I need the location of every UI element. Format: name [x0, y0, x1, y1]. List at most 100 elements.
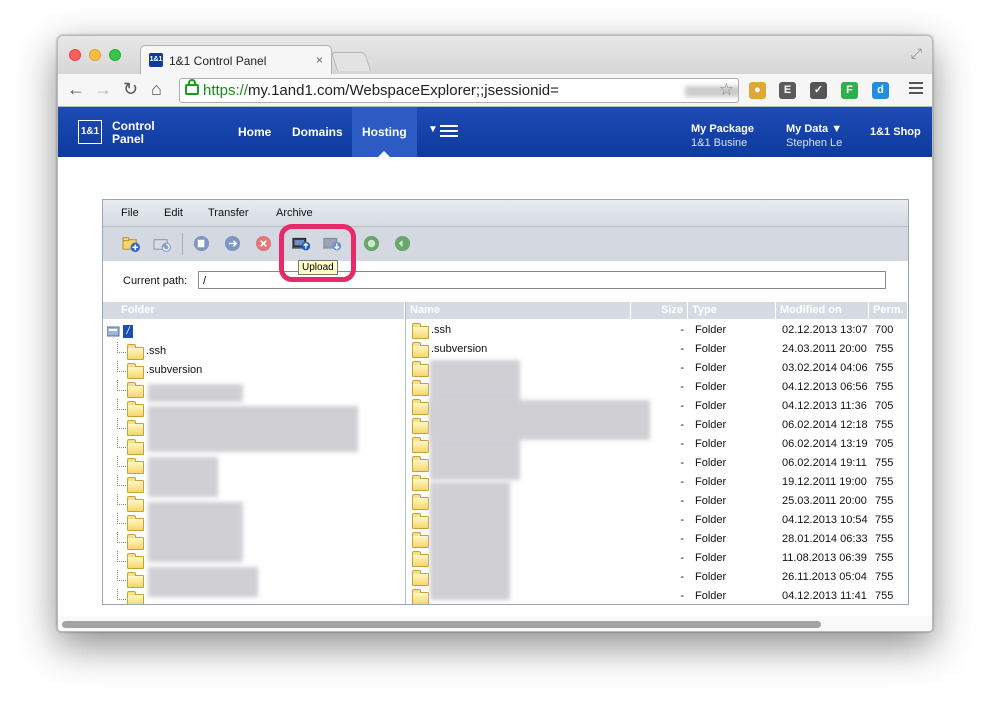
browser-window: 1&1 1&1 Control Panel × ⤢ ← → ↻ ⌂ https:… — [57, 35, 933, 632]
file-type: Folder — [695, 419, 727, 431]
name-column-header[interactable]: Name — [406, 302, 631, 319]
redacted-name — [148, 502, 243, 562]
redacted-name — [148, 406, 358, 452]
move-icon[interactable] — [223, 235, 242, 252]
tree-branch-line — [117, 551, 126, 562]
menu-transfer[interactable]: Transfer — [208, 207, 249, 219]
back-button[interactable]: ← — [67, 78, 85, 100]
nav-domains[interactable]: Domains — [282, 107, 353, 157]
file-list-pane: Name Size Type Modified on Perm. .ssh - Fo… — [406, 302, 908, 604]
file-size: - — [680, 590, 684, 602]
upload-highlight-annotation — [279, 224, 356, 282]
folder-icon — [412, 475, 429, 491]
chrome-menu-icon[interactable] — [909, 82, 923, 94]
modified-column-header[interactable]: Modified on — [776, 302, 869, 319]
delete-icon[interactable] — [254, 235, 273, 252]
folder-icon — [412, 456, 429, 472]
file-perm: 755 — [875, 533, 894, 545]
file-size: - — [680, 324, 684, 336]
folder-icon — [412, 399, 429, 415]
perm-column-header[interactable]: Perm. — [869, 302, 908, 319]
file-modified: 28.01.2014 06:33 — [782, 533, 868, 545]
address-bar[interactable]: https://my.1and1.com/WebspaceExplorer;;j… — [179, 78, 739, 103]
new-tab-button[interactable] — [330, 52, 372, 71]
1and1-logo[interactable]: 1&1 — [78, 120, 102, 144]
file-type: Folder — [695, 571, 727, 583]
hamburger-icon[interactable] — [440, 125, 458, 137]
file-modified: 04.12.2013 10:54 — [782, 514, 868, 526]
file-name: .ssh — [431, 324, 452, 336]
my-data-menu[interactable]: My Data ▼ Stephen Le — [786, 122, 842, 150]
file-type: Folder — [695, 514, 727, 526]
refresh-folder-icon[interactable] — [153, 235, 172, 252]
feedly-icon[interactable]: F — [841, 82, 858, 99]
file-type: Folder — [695, 381, 727, 393]
horizontal-scrollbar-thumb[interactable] — [62, 621, 821, 628]
nav-home[interactable]: Home — [228, 107, 281, 157]
folder-icon — [127, 572, 144, 588]
folder-icon — [127, 496, 144, 512]
file-size: - — [680, 476, 684, 488]
file-modified: 03.02.2014 04:06 — [782, 362, 868, 374]
file-row[interactable]: .subversion - Folder 24.03.2011 20:00 755 — [406, 340, 908, 359]
server-icon — [107, 326, 120, 337]
fullscreen-icon[interactable]: ⤢ — [911, 45, 922, 62]
window-zoom-button[interactable] — [109, 49, 121, 61]
pocket-icon[interactable]: ✓ — [810, 82, 827, 99]
my-package-menu[interactable]: My Package 1&1 Busine — [691, 122, 754, 150]
folder-icon — [412, 437, 429, 453]
file-perm: 755 — [875, 590, 894, 602]
favicon-icon: 1&1 — [149, 53, 163, 67]
tree-item[interactable]: .ssh — [117, 342, 397, 361]
tree-item[interactable]: .subversion — [117, 361, 397, 380]
menu-file[interactable]: File — [121, 207, 139, 219]
archive-unpack-icon[interactable] — [393, 235, 412, 252]
tab-close-icon[interactable]: × — [316, 53, 323, 67]
file-perm: 755 — [875, 476, 894, 488]
folder-icon — [127, 344, 144, 360]
tree-item-label: .ssh — [146, 345, 167, 357]
url-text: https://my.1and1.com/WebspaceExplorer;;j… — [203, 82, 559, 99]
new-folder-icon[interactable] — [122, 235, 141, 252]
folder-column-header[interactable]: Folder — [103, 302, 405, 319]
bookmark-star-icon[interactable]: ☆ — [719, 80, 734, 100]
browser-tab-active[interactable]: 1&1 1&1 Control Panel × — [140, 45, 332, 74]
menu-edit[interactable]: Edit — [164, 207, 183, 219]
redacted-name — [430, 482, 510, 600]
tree-root[interactable]: / — [107, 323, 397, 342]
file-perm: 755 — [875, 343, 894, 355]
shop-link[interactable]: 1&1 Shop — [870, 125, 921, 139]
window-minimize-button[interactable] — [89, 49, 101, 61]
file-modified: 04.12.2013 06:56 — [782, 381, 868, 393]
nav-hosting[interactable]: Hosting — [352, 107, 417, 157]
tree-branch-line — [117, 418, 126, 429]
tab-strip: 1&1 1&1 Control Panel × ⤢ — [58, 36, 932, 74]
evernote-icon[interactable]: E — [779, 82, 796, 99]
file-row[interactable]: .ssh - Folder 02.12.2013 13:07 700 — [406, 321, 908, 340]
reload-button[interactable]: ↻ — [123, 78, 138, 100]
type-column-header[interactable]: Type — [688, 302, 776, 319]
folder-icon — [412, 323, 429, 339]
window-close-button[interactable] — [69, 49, 81, 61]
diigo-icon[interactable]: d — [872, 82, 889, 99]
file-perm: 705 — [875, 438, 894, 450]
folder-icon — [127, 382, 144, 398]
file-modified: 06.02.2014 19:11 — [782, 457, 867, 469]
file-type: Folder — [695, 362, 727, 374]
size-column-header[interactable]: Size — [631, 302, 688, 319]
archive-pack-icon[interactable] — [362, 235, 381, 252]
tree-branch-line — [117, 513, 126, 524]
file-size: - — [680, 457, 684, 469]
lock-icon — [185, 79, 199, 95]
copy-icon[interactable] — [192, 235, 211, 252]
more-menu-arrow-icon[interactable]: ▼ — [428, 124, 438, 135]
home-button[interactable]: ⌂ — [151, 78, 162, 100]
file-modified: 04.12.2013 11:36 — [782, 400, 867, 412]
file-modified: 06.02.2014 13:19 — [782, 438, 868, 450]
file-size: - — [680, 438, 684, 450]
horizontal-scrollbar[interactable] — [58, 616, 932, 631]
menu-archive[interactable]: Archive — [276, 207, 313, 219]
file-type: Folder — [695, 457, 727, 469]
cookie-icon[interactable]: ● — [749, 82, 766, 99]
forward-button[interactable]: → — [94, 78, 112, 100]
